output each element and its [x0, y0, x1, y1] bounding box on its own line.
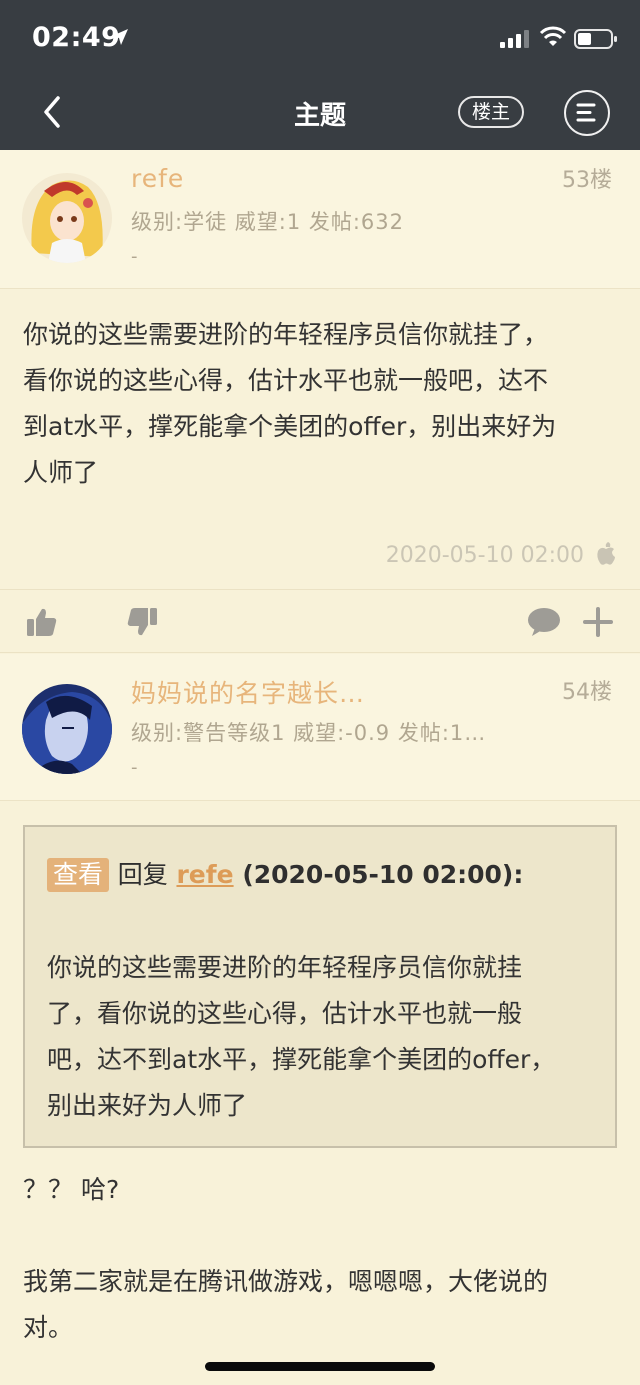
menu-button[interactable] [564, 90, 610, 136]
quote-line: 了，看你说的这些心得，估计水平也就一般 [47, 999, 523, 1028]
post-header: refe 53楼 级别:学徒 威望:1 发帖:632 - [0, 150, 640, 289]
anime-avatar-image [22, 173, 112, 263]
content-line: 到at水平，撑死能拿个美团的offer，别出来好为 [23, 412, 557, 441]
dark-anime-avatar-image [22, 684, 112, 774]
content-line [23, 1213, 623, 1259]
thumbs-down-icon[interactable] [126, 607, 158, 637]
quoted-time: (2020-05-10 02:00): [242, 860, 524, 889]
reply-label: 回复 [117, 860, 168, 889]
content-line: 看你说的这些心得，估计水平也就一般吧，达不 [23, 366, 549, 395]
user-meta: 级别:学徒 威望:1 发帖:632 [131, 210, 405, 234]
menu-icon [576, 103, 596, 122]
content-line: 我第二家就是在腾讯做游戏，嗯嗯嗯，大佬说的 [23, 1267, 549, 1296]
post-body: 你说的这些需要进阶的年轻程序员信你就挂了， 看你说的这些心得，估计水平也就一般吧… [0, 290, 640, 588]
user-signature: - [131, 246, 138, 267]
battery-icon [574, 29, 617, 49]
wifi-icon [539, 26, 567, 46]
quote-text: 你说的这些需要进阶的年轻程序员信你就挂 了，看你说的这些心得，估计水平也就一般 … [47, 945, 597, 1129]
quote-block: 查看 回复 refe (2020-05-10 02:00): 你说的这些需要进阶… [23, 825, 617, 1148]
content-line: 人师了 [23, 458, 99, 487]
status-time: 02:49 [32, 22, 121, 53]
avatar[interactable] [22, 173, 112, 263]
content-line: 你说的这些需要进阶的年轻程序员信你就挂了， [23, 320, 549, 349]
quote-line: 你说的这些需要进阶的年轻程序员信你就挂 [47, 953, 523, 982]
user-meta: 级别:警告等级1 威望:-0.9 发帖:1… [131, 721, 487, 745]
view-quote-button[interactable]: 查看 [47, 858, 110, 892]
post-action-bar [0, 589, 640, 653]
thumbs-up-icon[interactable] [26, 607, 58, 637]
floor-number: 53楼 [562, 168, 612, 193]
top-bar: 02:49 主题 楼主 [0, 0, 640, 150]
post-content: 你说的这些需要进阶的年轻程序员信你就挂了， 看你说的这些心得，估计水平也就一般吧… [23, 312, 623, 496]
quote-line: 吧，达不到at水平，撑死能拿个美团的offer， [47, 1045, 556, 1074]
apple-icon [597, 542, 615, 565]
username[interactable]: refe [131, 164, 184, 193]
content-line: 对。 [23, 1313, 74, 1342]
username[interactable]: 妈妈说的名字越长… [131, 674, 365, 710]
quote-line: 别出来好为人师了 [47, 1091, 248, 1120]
quote-header: 查看 回复 refe (2020-05-10 02:00): [47, 855, 523, 892]
quoted-username-link[interactable]: refe [176, 860, 233, 889]
location-arrow-icon [112, 29, 128, 45]
cellular-signal-icon [500, 30, 529, 48]
post-time: 2020-05-10 02:00 [385, 543, 584, 568]
floor-number: 54楼 [562, 680, 612, 705]
plus-icon[interactable] [583, 607, 613, 637]
home-indicator [205, 1362, 435, 1371]
post-header: 妈妈说的名字越长… 54楼 级别:警告等级1 威望:-0.9 发帖:1… - [0, 654, 640, 801]
post-content: ？？ 哈? 我第二家就是在腾讯做游戏，嗯嗯嗯，大佬说的 对。 [23, 1167, 623, 1351]
comment-icon[interactable] [527, 607, 561, 637]
avatar[interactable] [22, 684, 112, 774]
page-title: 主题 [293, 101, 346, 131]
content-line: ？？ 哈? [23, 1175, 120, 1204]
user-signature: - [131, 757, 138, 778]
only-op-button[interactable]: 楼主 [458, 96, 524, 128]
